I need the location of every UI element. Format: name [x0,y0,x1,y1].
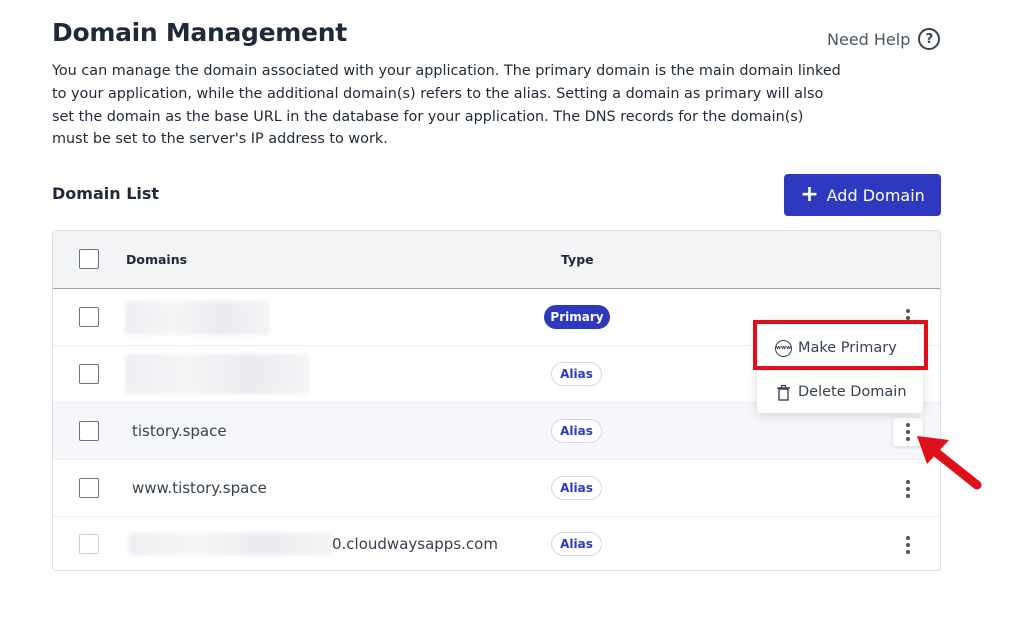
table-row: www.tistory.space Alias [53,460,940,517]
row-actions-menu[interactable] [893,531,923,559]
type-badge-alias: Alias [551,476,602,500]
type-badge-alias: Alias [551,419,602,443]
menu-divider [757,370,923,371]
domain-actions-dropdown: www Make Primary Delete Domain [757,320,923,413]
redacted-domain [125,354,310,394]
table-header: Domains Type [53,231,940,289]
page-title: Domain Management [52,18,347,47]
delete-domain-label: Delete Domain [798,384,907,400]
domain-name: tistory.space [132,422,227,440]
need-help-label: Need Help [827,29,911,49]
row-checkbox[interactable] [79,534,99,554]
type-badge-primary: Primary [544,305,610,329]
row-checkbox[interactable] [79,478,99,498]
column-header-domains: Domains [126,252,188,267]
row-checkbox[interactable] [79,364,99,384]
add-domain-label: Add Domain [826,185,925,205]
page-description: You can manage the domain associated wit… [52,63,841,148]
select-all-checkbox[interactable] [79,249,99,269]
redacted-domain [125,301,270,335]
make-primary-label: Make Primary [798,340,897,356]
domain-list-title: Domain List [52,184,160,203]
delete-domain-menu-item[interactable]: Delete Domain [757,372,923,412]
annotation-arrow-icon [917,436,982,490]
make-primary-menu-item[interactable]: www Make Primary [757,328,923,368]
type-badge-alias: Alias [551,532,602,556]
row-checkbox[interactable] [79,307,99,327]
trash-icon [777,384,790,401]
row-checkbox[interactable] [79,421,99,441]
table-row: 0.cloudwaysapps.com Alias [53,516,940,570]
need-help-link[interactable]: Need Help ? [827,28,941,50]
redacted-domain [129,533,333,555]
question-icon: ? [918,28,941,50]
domain-name: www.tistory.space [132,479,267,497]
domain-name: 0.cloudwaysapps.com [332,535,498,553]
plus-icon: + [800,182,819,207]
type-badge-alias: Alias [551,362,602,386]
www-icon: www [775,339,792,357]
add-domain-button[interactable]: + Add Domain [784,174,941,216]
column-header-type: Type [561,252,594,267]
